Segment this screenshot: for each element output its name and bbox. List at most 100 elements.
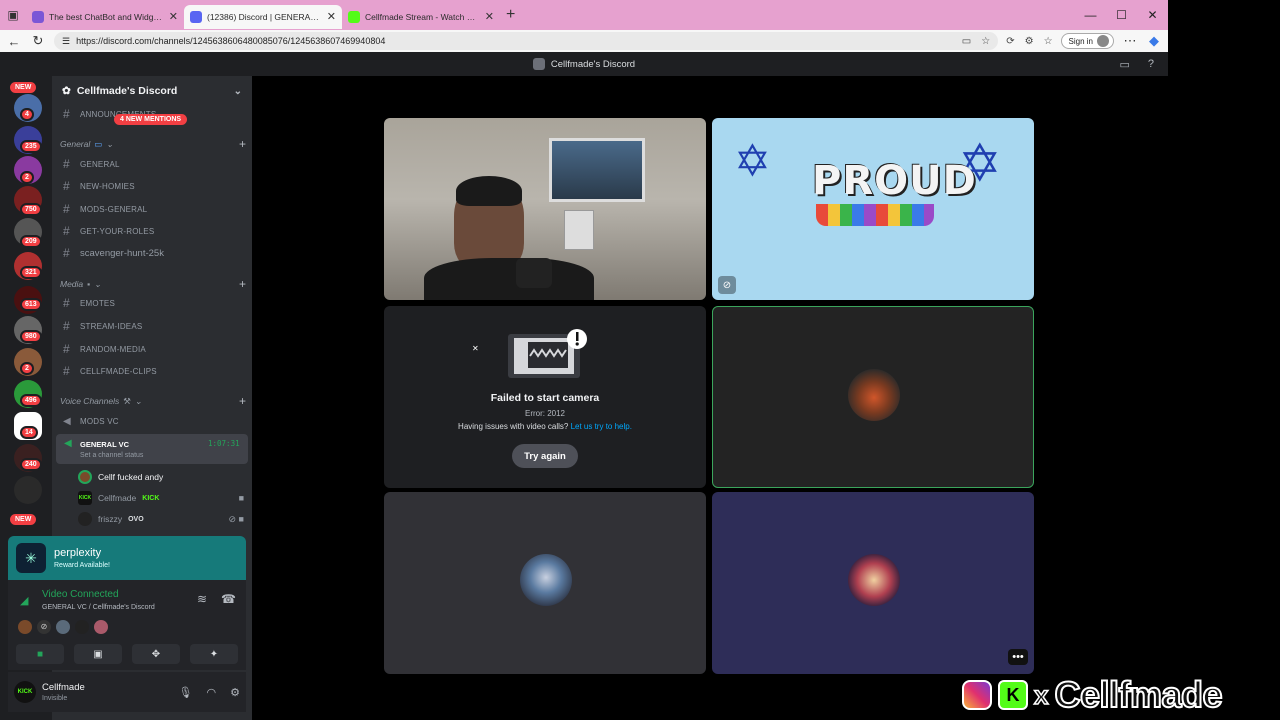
hash-icon: #	[63, 202, 70, 216]
close-tab-icon[interactable]: ✕	[169, 10, 178, 23]
video-tile-camera[interactable]	[384, 118, 706, 300]
new-unreads-pill[interactable]: NEW	[10, 514, 37, 525]
new-unreads-pill[interactable]: NEW	[10, 82, 37, 93]
member-name: Cellfmade	[98, 493, 137, 503]
close-tab-icon[interactable]: ✕	[327, 10, 336, 23]
user-avatar[interactable]: KICK	[14, 681, 36, 703]
server-badge: 2	[20, 362, 34, 375]
server-badge: 14	[20, 426, 38, 439]
perplexity-promo[interactable]: ✳ perplexity Reward Available!	[8, 536, 246, 580]
soundboard-button[interactable]: ✦	[190, 644, 238, 664]
create-channel-icon[interactable]: +	[239, 137, 246, 151]
channel-emotes[interactable]: # EMOTES	[60, 293, 246, 313]
activity-button[interactable]: ✥	[132, 644, 180, 664]
tab-chatbot[interactable]: The best ChatBot and Widgets fo ✕	[26, 5, 184, 29]
reload-icon[interactable]: ↻	[30, 33, 46, 49]
category-voice-channels[interactable]: Voice Channels ⚒ ⌄ +	[60, 393, 246, 409]
close-window-icon[interactable]: ✕	[1137, 8, 1168, 22]
extensions-puzzle-icon[interactable]: ⚙	[1025, 36, 1034, 47]
help-icon[interactable]: ?	[1148, 58, 1154, 71]
voice-member[interactable]: Cellf fucked andy	[78, 468, 244, 486]
kick-icon: K	[998, 680, 1028, 710]
camera-help-text: Having issues with video calls? Let us t…	[384, 422, 706, 431]
tab-kick-stream[interactable]: Cellfmade Stream - Watch Live o ✕	[342, 5, 500, 29]
channel-general[interactable]: # GENERAL	[60, 154, 246, 174]
muted-icon: ⊘	[37, 620, 51, 634]
channel-new-homies[interactable]: # NEW-HOMIES	[60, 176, 246, 196]
proud-text: PROUD	[812, 158, 977, 204]
video-tile-avatar[interactable]	[384, 492, 706, 674]
more-options-button[interactable]: •••	[1008, 649, 1028, 665]
avatar	[848, 554, 900, 606]
signal-icon[interactable]: ◢	[20, 594, 28, 607]
noise-suppression-icon[interactable]: ≋	[197, 592, 207, 606]
copilot-icon[interactable]: ◆	[1146, 33, 1162, 49]
inbox-icon[interactable]: ▭	[1119, 58, 1129, 71]
video-tile-speaking[interactable]	[712, 306, 1034, 488]
microphone-icon[interactable]: 🎙	[179, 686, 193, 699]
minimize-icon[interactable]: —	[1075, 8, 1106, 22]
video-tile-avatar[interactable]	[712, 492, 1034, 674]
discord-title-bar: Cellfmade's Discord ▭ ?	[0, 52, 1168, 76]
settings-gear-icon[interactable]: ⚙	[230, 686, 240, 699]
phone	[516, 258, 552, 288]
avatar[interactable]	[18, 620, 32, 634]
promo-title: perplexity	[54, 547, 102, 559]
voice-location[interactable]: GENERAL VC / Cellfmade's Discord	[42, 604, 155, 611]
hash-icon: #	[63, 296, 70, 310]
channel-status-hint[interactable]: Set a channel status	[80, 452, 143, 459]
channel-scavenger-hunt[interactable]: # scavenger-hunt-25k	[60, 243, 246, 263]
avatar	[848, 369, 900, 421]
new-mentions-pill[interactable]: 4 NEW MENTIONS	[114, 114, 188, 125]
tab-discord[interactable]: (12386) Discord | GENERAL VC ✕	[184, 4, 342, 29]
voice-status[interactable]: Video Connected	[42, 589, 119, 600]
channel-cellfmade-clips[interactable]: # CELLFMADE-CLIPS	[60, 361, 246, 381]
create-channel-icon[interactable]: +	[239, 277, 246, 291]
more-menu-icon[interactable]: ⋯	[1122, 33, 1138, 49]
sign-in-button[interactable]: Sign in	[1060, 33, 1114, 49]
close-tab-icon[interactable]: ✕	[485, 10, 494, 23]
url-field[interactable]: ☰ https://discord.com/channels/124563860…	[54, 32, 999, 50]
laptop-icon: ▭	[94, 138, 103, 149]
channel-get-your-roles[interactable]: # GET-YOUR-ROLES	[60, 221, 246, 241]
favorites-icon[interactable]: ☆	[1044, 36, 1053, 47]
voice-member[interactable]: KICK Cellfmade KICK ■	[78, 489, 244, 507]
broken-camera-illustration	[508, 329, 587, 378]
screen-share-button[interactable]: ▣	[74, 644, 122, 664]
video-tile-proud[interactable]: ✡ ✡ PROUD ⊘	[712, 118, 1034, 300]
help-link[interactable]: Let us try to help.	[571, 422, 632, 431]
channel-mods-general[interactable]: # MODS-GENERAL	[60, 199, 246, 219]
avatar[interactable]	[75, 620, 89, 634]
channel-stream-ideas[interactable]: # STREAM-IDEAS	[60, 316, 246, 336]
cast-icon[interactable]: ▭	[962, 36, 971, 47]
star-of-david-icon: ✡	[734, 137, 771, 186]
maximize-icon[interactable]: ☐	[1106, 8, 1137, 22]
back-icon[interactable]: ←	[6, 34, 22, 49]
voice-member[interactable]: friszzy OVO ⊘ ■	[78, 510, 244, 528]
try-again-button[interactable]: Try again	[512, 444, 578, 468]
voice-connection-panel: ◢ Video Connected GENERAL VC / Cellfmade…	[8, 580, 246, 670]
guild-header[interactable]: ✿ Cellfmade's Discord ⌄	[52, 76, 252, 106]
category-general[interactable]: General ▭ ⌄ +	[60, 136, 246, 152]
camera-button[interactable]: ■	[16, 644, 64, 664]
tab-actions-icon[interactable]: ▣	[0, 0, 26, 30]
avatar[interactable]	[94, 620, 108, 634]
new-tab-icon[interactable]: +	[506, 6, 515, 24]
channel-random-media[interactable]: # RANDOM-MEDIA	[60, 339, 246, 359]
extension-icon[interactable]: ⟳	[1006, 36, 1014, 47]
disconnect-icon[interactable]: ☎	[221, 592, 236, 606]
channel-label: MODS-GENERAL	[80, 204, 148, 214]
avatar[interactable]	[56, 620, 70, 634]
site-info-icon[interactable]: ☰	[62, 36, 70, 47]
channel-label: scavenger-hunt-25k	[80, 247, 164, 259]
voice-channel-mods-vc[interactable]: ◀ MODS VC	[60, 411, 246, 431]
create-channel-icon[interactable]: +	[239, 394, 246, 408]
channel-label: CELLFMADE-CLIPS	[80, 366, 157, 376]
wall-poster	[549, 138, 645, 202]
category-media[interactable]: Media ▪ ⌄ +	[60, 276, 246, 292]
server-icon[interactable]	[14, 476, 42, 504]
favorite-star-icon[interactable]: ☆	[981, 36, 990, 47]
desktop-background	[1168, 0, 1280, 720]
person-hair	[456, 176, 522, 206]
headphones-icon[interactable]: ◠	[207, 686, 217, 699]
